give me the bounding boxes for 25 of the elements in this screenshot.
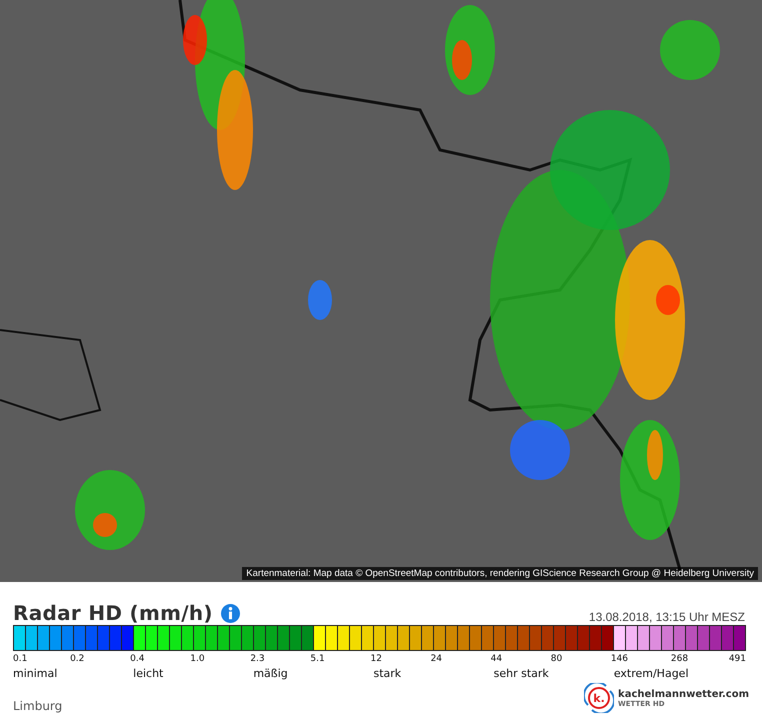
intensity-category-label: sehr stark — [494, 667, 549, 680]
scale-tick-label: 0.1 — [13, 654, 28, 664]
scale-tick-label: 0.2 — [70, 654, 84, 664]
scale-tick-label: 12 — [370, 654, 382, 664]
scale-tick-label: 268 — [670, 654, 688, 664]
scale-tick-label: 44 — [490, 654, 502, 664]
scale-tick-label: 0.4 — [130, 654, 144, 664]
region-label: Limburg — [13, 699, 62, 713]
scale-tick-label: 491 — [728, 654, 746, 664]
timestamp: 13.08.2018, 13:15 Uhr MESZ — [588, 610, 745, 624]
scale-tick-label: 2.3 — [250, 654, 265, 664]
intensity-category-label: mäßig — [253, 667, 288, 680]
scale-tick-label: 24 — [430, 654, 442, 664]
info-icon[interactable] — [220, 604, 240, 622]
intensity-category-label: extrem/Hagel — [614, 667, 688, 680]
intensity-category-label: stark — [373, 667, 402, 680]
brand-name: kachelmannwetter.com — [618, 688, 749, 700]
scale-tick-label: 5.1 — [310, 654, 325, 664]
scale-tick-label: 146 — [610, 654, 628, 664]
intensity-category-label: leicht — [133, 667, 164, 680]
intensity-category-label: minimal — [13, 667, 58, 680]
map-attribution: Kartenmaterial: Map data © OpenStreetMap contributors, rendering GIScience Research Group @ Heidelberg University — [242, 567, 758, 580]
legend-title: Radar HD (mm/h) — [13, 601, 213, 625]
scale-tick-label: 1.0 — [190, 654, 205, 664]
scale-tick-label: 80 — [550, 654, 562, 664]
